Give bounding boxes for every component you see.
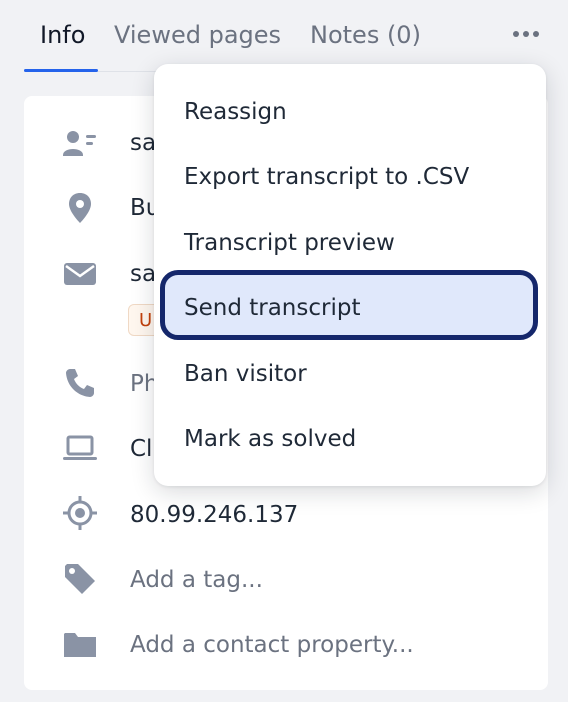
- add-contact-property-link[interactable]: Add a contact property...: [130, 630, 414, 660]
- laptop-icon: [63, 435, 97, 460]
- contact-card-icon: [63, 131, 96, 156]
- tag-icon: [65, 564, 95, 594]
- add-tag-link[interactable]: Add a tag...: [130, 565, 263, 595]
- menu-item-transcript-preview[interactable]: Transcript preview: [184, 228, 395, 258]
- visitor-email: sa: [130, 261, 157, 287]
- tab-bar: Info Viewed pages Notes (0): [24, 0, 544, 74]
- menu-item-reassign[interactable]: Reassign: [184, 97, 287, 127]
- folder-icon: [64, 633, 96, 657]
- email-icon: [64, 263, 96, 285]
- menu-item-send-transcript[interactable]: Send transcript: [184, 293, 360, 323]
- phone-icon: [66, 369, 94, 397]
- ip-target-icon: [63, 496, 97, 530]
- tab-info[interactable]: Info: [40, 20, 85, 50]
- visitor-name: sa: [130, 130, 157, 156]
- tab-notes[interactable]: Notes (0): [310, 20, 421, 50]
- menu-item-ban-visitor[interactable]: Ban visitor: [184, 359, 307, 389]
- location-pin-icon: [69, 193, 91, 223]
- menu-item-mark-solved[interactable]: Mark as solved: [184, 424, 356, 454]
- tab-viewed-pages[interactable]: Viewed pages: [114, 20, 281, 50]
- visitor-device: Cl: [130, 436, 153, 462]
- more-options-menu: Reassign Export transcript to .CSV Trans…: [154, 64, 546, 486]
- menu-item-export-csv[interactable]: Export transcript to .CSV: [184, 162, 469, 192]
- visitor-ip: 80.99.246.137: [130, 502, 299, 528]
- more-options-icon[interactable]: [512, 27, 540, 41]
- active-tab-indicator: [24, 69, 98, 72]
